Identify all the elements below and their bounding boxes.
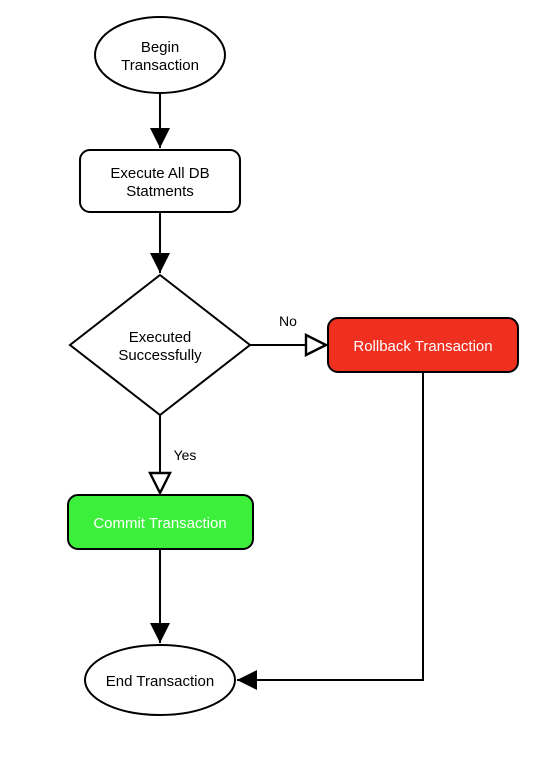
begin-label-1: Begin: [141, 39, 179, 56]
edge-yes-label: Yes: [174, 447, 197, 463]
edge-no-label: No: [279, 313, 297, 329]
decision-label-1: Executed: [129, 329, 192, 346]
end-label: End Transaction: [106, 673, 214, 690]
commit-label: Commit Transaction: [93, 515, 226, 532]
begin-label-2: Transaction: [121, 57, 199, 74]
execute-label-1: Execute All DB: [110, 165, 209, 182]
decision-label-2: Successfully: [118, 347, 202, 364]
rollback-label: Rollback Transaction: [353, 338, 492, 355]
execute-label-2: Statments: [126, 183, 194, 200]
edge-rollback-end: [237, 372, 423, 680]
